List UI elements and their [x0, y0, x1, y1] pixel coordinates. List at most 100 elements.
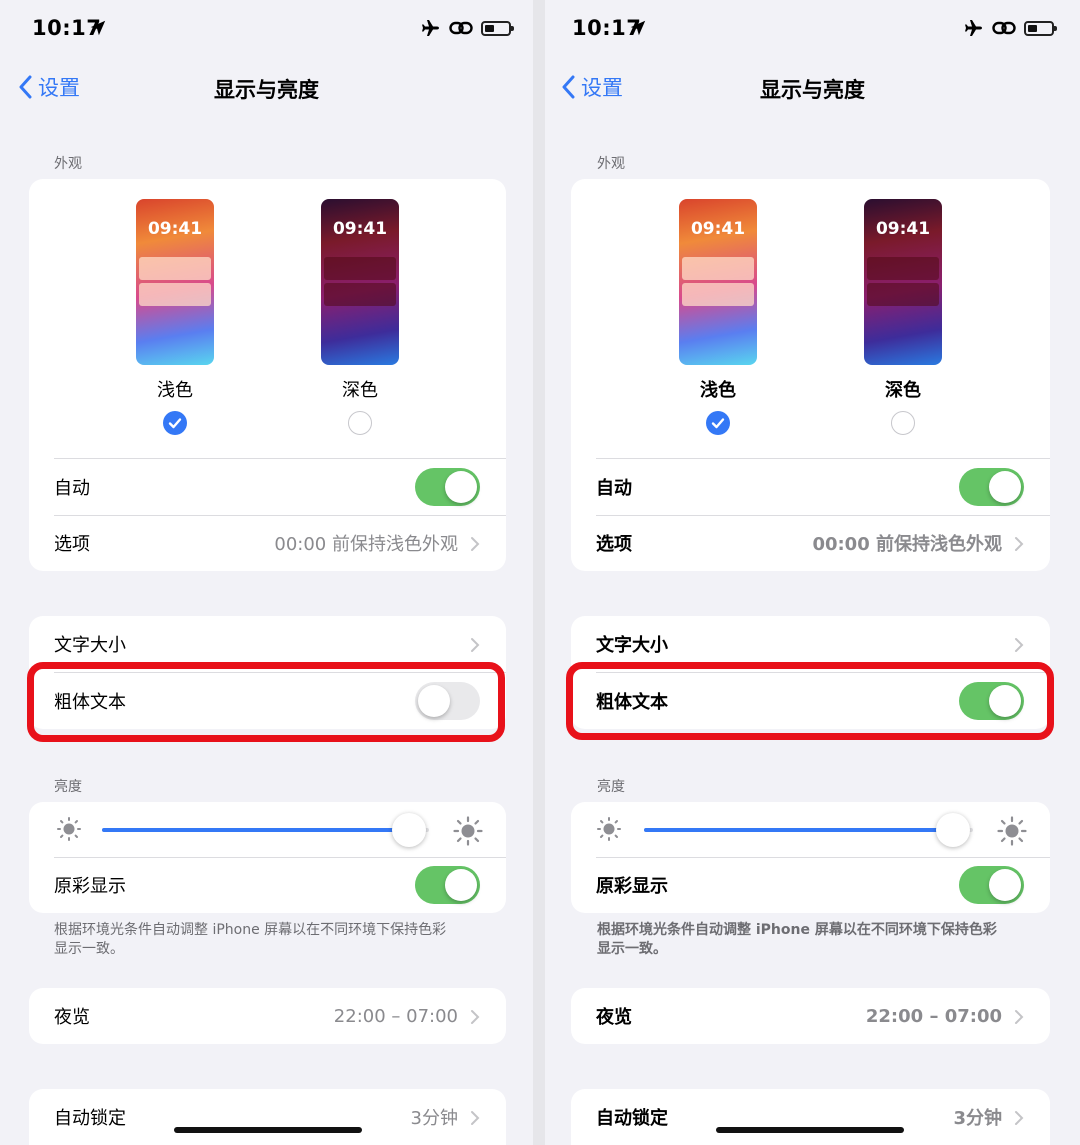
true-tone-footnote: 根据环境光条件自动调整 iPhone 屏幕以在不同环境下保持色彩显示一致。 [597, 922, 997, 957]
screenshot-divider [533, 0, 545, 1145]
text-size-row[interactable]: 文字大小 [571, 616, 1050, 672]
true-tone-toggle[interactable] [959, 866, 1024, 904]
bold-text-toggle[interactable] [959, 682, 1024, 720]
link-icon [449, 21, 473, 35]
page-title: 显示与亮度 [214, 78, 319, 102]
chevron-right-icon [471, 537, 480, 551]
preview-widget [139, 283, 211, 306]
true-tone-toggle[interactable] [415, 866, 480, 904]
text-card: 文字大小 粗体文本 [29, 616, 506, 729]
brightness-slider[interactable] [571, 802, 1050, 858]
light-mode-radio[interactable] [706, 411, 730, 435]
text-size-label: 文字大小 [596, 635, 668, 656]
preview-widget [682, 283, 754, 306]
auto-toggle[interactable] [415, 468, 480, 506]
preview-time: 09:41 [147, 219, 203, 239]
dark-mode-preview[interactable]: 09:41 [321, 199, 399, 365]
light-mode-label: 浅色 [157, 380, 193, 401]
auto-toggle[interactable] [959, 468, 1024, 506]
brightness-track [102, 828, 429, 832]
dark-mode-radio[interactable] [891, 411, 915, 435]
true-tone-footnote: 根据环境光条件自动调整 iPhone 屏幕以在不同环境下保持色彩显示一致。 [54, 922, 447, 957]
battery-icon [1024, 20, 1057, 36]
options-row[interactable]: 选项 00:00 前保持浅色外观 [29, 515, 506, 571]
auto-lock-label: 自动锁定 [596, 1108, 668, 1129]
battery-icon [481, 20, 514, 36]
night-shift-card: 夜览 22:00 – 07:00 [29, 988, 506, 1044]
options-label: 选项 [596, 534, 632, 555]
night-shift-label: 夜览 [596, 1007, 632, 1028]
night-shift-row[interactable]: 夜览 22:00 – 07:00 [571, 988, 1050, 1044]
chevron-right-icon [471, 1111, 480, 1125]
airplane-mode-icon [965, 20, 982, 36]
text-size-row[interactable]: 文字大小 [29, 616, 506, 672]
brightness-thumb[interactable] [392, 813, 427, 847]
chevron-right-icon [471, 638, 480, 652]
light-mode-label: 浅色 [700, 380, 736, 401]
text-card: 文字大小 粗体文本 [571, 616, 1050, 729]
auto-lock-row[interactable]: 自动锁定 3分钟 [571, 1089, 1050, 1145]
home-indicator [174, 1127, 362, 1133]
brightness-high-icon [997, 816, 1027, 846]
status-bar: 10:17 [0, 14, 533, 48]
location-arrow-icon [90, 20, 106, 36]
location-arrow-icon [630, 20, 646, 36]
appearance-section-label: 外观 [597, 156, 625, 172]
true-tone-row: 原彩显示 [571, 857, 1050, 913]
dark-mode-preview[interactable]: 09:41 [864, 199, 942, 365]
bold-text-row: 粗体文本 [571, 673, 1050, 729]
night-shift-row[interactable]: 夜览 22:00 – 07:00 [29, 988, 506, 1044]
brightness-high-icon [453, 816, 483, 846]
appearance-card: 09:41 09:41 浅色 深色 自动 选项 00:00 前保持浅色外观 [571, 179, 1050, 571]
night-shift-label: 夜览 [54, 1007, 90, 1028]
chevron-right-icon [471, 1010, 480, 1024]
options-row[interactable]: 选项 00:00 前保持浅色外观 [571, 515, 1050, 571]
light-mode-preview[interactable]: 09:41 [679, 199, 757, 365]
page-title: 显示与亮度 [760, 78, 865, 102]
appearance-section-label: 外观 [54, 156, 82, 172]
brightness-section-label: 亮度 [597, 779, 625, 795]
dark-mode-label: 深色 [885, 380, 921, 401]
preview-widget [867, 257, 939, 280]
true-tone-label: 原彩显示 [54, 876, 126, 897]
auto-lock-value: 3分钟 [410, 1108, 458, 1129]
night-shift-card: 夜览 22:00 – 07:00 [571, 988, 1050, 1044]
auto-label: 自动 [54, 478, 90, 499]
checkmark-icon [711, 418, 725, 429]
brightness-card: 原彩显示 [29, 802, 506, 913]
airplane-mode-icon [422, 20, 439, 36]
brightness-fill [102, 828, 410, 832]
bold-text-label: 粗体文本 [596, 692, 668, 713]
text-size-label: 文字大小 [54, 635, 126, 656]
home-indicator [716, 1127, 904, 1133]
link-icon [992, 21, 1016, 35]
true-tone-label: 原彩显示 [596, 876, 668, 897]
auto-label: 自动 [596, 478, 632, 499]
status-bar: 10:17 [545, 14, 1080, 48]
chevron-right-icon [1015, 638, 1024, 652]
bold-text-toggle[interactable] [415, 682, 480, 720]
right-screenshot: 10:17 设置 显示与亮度 外观 09:41 09:41 浅色 深色 自动 选… [545, 0, 1080, 1145]
preview-widget [682, 257, 754, 280]
auto-lock-row[interactable]: 自动锁定 3分钟 [29, 1089, 506, 1145]
light-mode-preview[interactable]: 09:41 [136, 199, 214, 365]
chevron-right-icon [1015, 1111, 1024, 1125]
brightness-fill [644, 828, 954, 832]
chevron-right-icon [1015, 537, 1024, 551]
night-shift-value: 22:00 – 07:00 [333, 1005, 458, 1027]
preview-widget [139, 257, 211, 280]
auto-lock-card: 自动锁定 3分钟 [29, 1089, 506, 1145]
appearance-card: 09:41 09:41 浅色 深色 自动 选项 00:00 前保持浅色外观 [29, 179, 506, 571]
light-mode-radio[interactable] [163, 411, 187, 435]
brightness-slider[interactable] [29, 802, 506, 858]
dark-mode-radio[interactable] [348, 411, 372, 435]
brightness-track [644, 828, 973, 832]
night-shift-value: 22:00 – 07:00 [865, 1005, 1002, 1027]
brightness-thumb[interactable] [936, 813, 971, 847]
bold-text-row: 粗体文本 [29, 673, 506, 729]
auto-lock-label: 自动锁定 [54, 1108, 126, 1129]
preview-time: 09:41 [690, 219, 746, 239]
nav-bar: 设置 显示与亮度 [545, 70, 1080, 106]
brightness-section-label: 亮度 [54, 779, 82, 795]
preview-time: 09:41 [332, 219, 388, 239]
